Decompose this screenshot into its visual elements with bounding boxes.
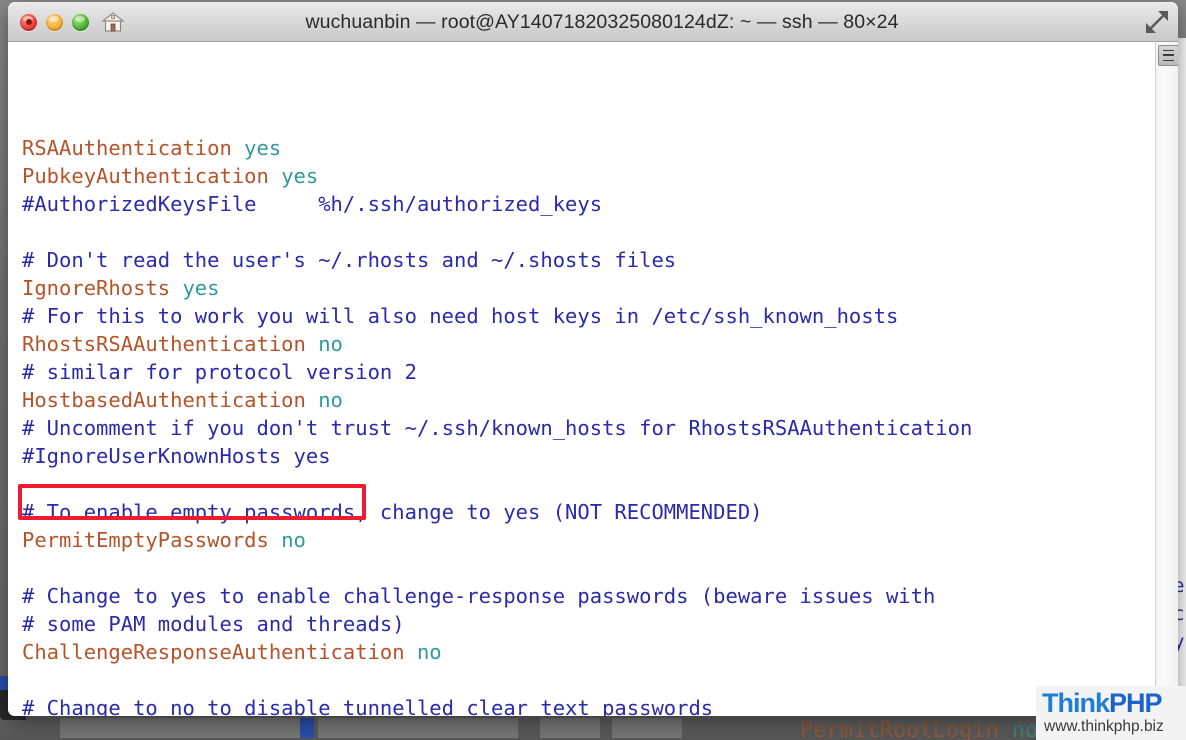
thinkphp-logo: ThinkPHP	[1036, 686, 1186, 718]
terminal-text-segment: HostbasedAuthentication	[22, 388, 319, 412]
terminal-text-segment: # Change to no to disable tunnelled clea…	[22, 696, 714, 716]
terminal-text-segment: #AuthorizedKeysFile %h/.ssh/authorized_k…	[22, 192, 603, 216]
terminal-window[interactable]: wuchuanbin — root@AY14071820325080124dZ:…	[8, 2, 1178, 716]
terminal-line: ChallengeResponseAuthentication no	[22, 638, 1155, 666]
background-chunk-2	[318, 718, 518, 738]
terminal-lines: RSAAuthentication yes PubkeyAuthenticatio…	[22, 134, 1155, 716]
thinkphp-watermark: ThinkPHP www.thinkphp.biz	[1036, 686, 1186, 740]
background-window-keyword: PermitRootLogin	[800, 718, 1012, 740]
terminal-text-segment: ChallengeResponseAuthentication	[22, 640, 417, 664]
terminal-line: # Uncomment if you don't trust ~/.ssh/kn…	[22, 414, 1155, 442]
terminal-text-segment: # Uncomment if you don't trust ~/.ssh/kn…	[22, 416, 973, 440]
terminal-text-segment: no	[318, 388, 343, 412]
background-chunk-highlight	[300, 718, 314, 738]
window-controls[interactable]	[20, 13, 89, 31]
terminal-text-segment: #IgnoreUserKnownHosts yes	[22, 444, 331, 468]
terminal-line: HostbasedAuthentication no	[22, 386, 1155, 414]
terminal-text-segment: PermitEmptyPasswords	[22, 528, 282, 552]
terminal-text-area[interactable]: RSAAuthentication yes PubkeyAuthenticatio…	[8, 42, 1155, 716]
window-titlebar[interactable]: wuchuanbin — root@AY14071820325080124dZ:…	[8, 2, 1178, 42]
terminal-text-segment: yes	[182, 276, 220, 300]
maximize-button[interactable]	[72, 13, 89, 31]
home-icon	[101, 10, 125, 34]
terminal-text-segment: # Change to yes to enable challenge-resp…	[22, 584, 936, 608]
terminal-text-segment: # similar for protocol version 2	[22, 360, 417, 384]
terminal-line: # some PAM modules and threads)	[22, 610, 1155, 638]
background-window-bottom-edge[interactable]: PermitRootLogin no	[0, 716, 1186, 740]
terminal-line: PermitEmptyPasswords no	[22, 526, 1155, 554]
thinkphp-brand-think: Think	[1042, 688, 1110, 718]
terminal-text-segment: no	[281, 528, 306, 552]
terminal-line: # Don't read the user's ~/.rhosts and ~/…	[22, 246, 1155, 274]
terminal-line: # For this to work you will also need ho…	[22, 302, 1155, 330]
terminal-line: RhostsRSAAuthentication no	[22, 330, 1155, 358]
vertical-scrollbar[interactable]	[1155, 42, 1178, 716]
terminal-text-segment: yes	[244, 136, 282, 160]
terminal-line: # Change to yes to enable challenge-resp…	[22, 582, 1155, 610]
resize-fullscreen-icon[interactable]	[1144, 9, 1170, 35]
terminal-text-segment: # Don't read the user's ~/.rhosts and ~/…	[22, 248, 677, 272]
terminal-text-segment: IgnoreRhosts	[22, 276, 183, 300]
minimize-button[interactable]	[46, 13, 63, 31]
close-button[interactable]	[20, 13, 37, 31]
terminal-text-segment: no	[416, 640, 442, 664]
terminal-text-segment: no	[318, 332, 343, 356]
split-pane-glyph	[1163, 50, 1174, 61]
terminal-text-segment: RhostsRSAAuthentication	[22, 332, 319, 356]
terminal-text-segment: PubkeyAuthentication	[22, 164, 282, 188]
terminal-line: #AuthorizedKeysFile %h/.ssh/authorized_k…	[22, 190, 1155, 218]
terminal-line: PubkeyAuthentication yes	[22, 162, 1155, 190]
window-title: wuchuanbin — root@AY14071820325080124dZ:…	[305, 10, 899, 33]
background-chunk-4	[612, 718, 682, 738]
terminal-line: # To enable empty passwords, change to y…	[22, 498, 1155, 526]
background-chunk-3	[540, 718, 600, 738]
terminal-text-segment: RSAAuthentication	[22, 136, 245, 160]
terminal-body-wrapper: RSAAuthentication yes PubkeyAuthenticatio…	[8, 42, 1178, 716]
terminal-line: #IgnoreUserKnownHosts yes	[22, 442, 1155, 470]
split-pane-icon[interactable]	[1158, 45, 1178, 66]
background-window-value: no	[1011, 718, 1039, 740]
terminal-line: # similar for protocol version 2	[22, 358, 1155, 386]
terminal-text-segment: yes	[281, 164, 319, 188]
thinkphp-brand-php: PHP	[1109, 688, 1163, 718]
terminal-line: IgnoreRhosts yes	[22, 274, 1155, 302]
terminal-text-segment: # For this to work you will also need ho…	[22, 304, 899, 328]
terminal-line: # Change to no to disable tunnelled clea…	[22, 694, 1155, 716]
terminal-text-segment: # some PAM modules and threads)	[22, 612, 405, 636]
terminal-line: RSAAuthentication yes	[22, 134, 1155, 162]
terminal-text-segment: # To enable empty passwords, change to y…	[22, 500, 763, 524]
background-window-text: PermitRootLogin no	[800, 718, 1038, 740]
background-chunk-1	[60, 718, 300, 738]
thinkphp-url: www.thinkphp.biz	[1044, 718, 1164, 735]
